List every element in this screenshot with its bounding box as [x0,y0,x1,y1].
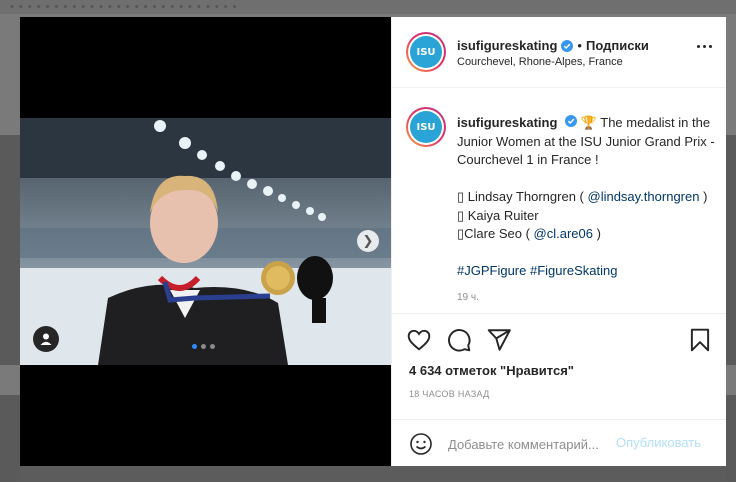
verified-badge-icon [565,115,578,127]
verified-badge-icon [561,39,574,52]
caption-text: isufigureskating 🏆 The medalist in the J… [457,114,719,307]
post-media: ❯ [20,17,391,466]
caption-meta: 19 ч. [457,291,479,303]
trophy-emoji: 🏆 [580,115,597,130]
comment-input[interactable] [448,434,614,454]
background-tile [0,395,20,482]
share-icon[interactable] [486,327,512,353]
likes-count[interactable]: 4 634 отметок "Нравится" [409,363,574,378]
post-sidebar: ISU isufigureskating • Подписки Courchev… [391,17,726,466]
mention-link[interactable]: @lindsay.thorngren [588,189,700,204]
post-modal: ❯ ISU isufigureskating • Подписки Courch… [20,17,726,466]
background-top-text: • • • • • • • • • • • • • • • • • • • • … [10,1,238,13]
more-options-icon[interactable] [697,45,712,48]
carousel-dot [201,344,206,349]
username-link[interactable]: isufigureskating [457,38,557,53]
medal-1-prefix: ▯ Lindsay Thorngren ( [457,189,584,204]
medal-2: ▯ Kaiya Ruiter [457,207,539,223]
heart-icon[interactable] [406,327,432,353]
background-tile [0,135,20,365]
publish-button[interactable]: Опубликовать [616,435,701,450]
chevron-right-icon: ❯ [362,233,374,249]
location-link[interactable]: Courchevel, Rhone-Alpes, France [457,56,623,68]
caption-avatar[interactable]: ISU [406,107,446,147]
mention-link[interactable]: @cl.are06 [534,226,593,241]
comment-bar: Опубликовать [392,419,726,466]
medal-3-suffix: ) [596,226,601,241]
avatar-text: ISU [416,46,436,58]
user-tag-button[interactable] [33,326,59,352]
comment-icon[interactable] [446,327,472,353]
user-tag-icon [40,333,52,345]
medal-1-suffix: ) [703,189,708,204]
separator-dot: • [577,38,582,53]
medal-3-prefix: ▯Clare Seo ( [457,226,530,241]
avatar[interactable]: ISU [406,32,446,72]
carousel-next-button[interactable]: ❯ [357,230,379,252]
hashtag-link[interactable]: #FigureSkating [530,263,617,278]
hashtag-link[interactable]: #JGPFigure [457,263,526,278]
caption-area: ISU isufigureskating 🏆 The medalist in t… [392,89,726,313]
post-timestamp[interactable]: 18 ЧАСОВ НАЗАД [409,389,490,399]
background-tile [726,395,736,482]
carousel-dot [192,344,197,349]
photo-illustration [20,118,391,365]
emoji-icon[interactable] [409,432,433,456]
background-top-bar: • • • • • • • • • • • • • • • • • • • • … [0,0,736,14]
carousel-indicator [192,344,215,349]
post-header: ISU isufigureskating • Подписки Courchev… [392,17,726,88]
caption-avatar-text: ISU [416,121,436,133]
following-button[interactable]: Подписки [586,38,649,53]
post-photo[interactable] [20,118,391,365]
post-actions: 4 634 отметок "Нравится" 18 ЧАСОВ НАЗАД [392,313,726,411]
carousel-dot [210,344,215,349]
background-tile [726,135,736,365]
header-line: isufigureskating • Подписки [457,38,649,53]
caption-username[interactable]: isufigureskating [457,115,557,130]
bookmark-icon[interactable] [687,327,713,353]
